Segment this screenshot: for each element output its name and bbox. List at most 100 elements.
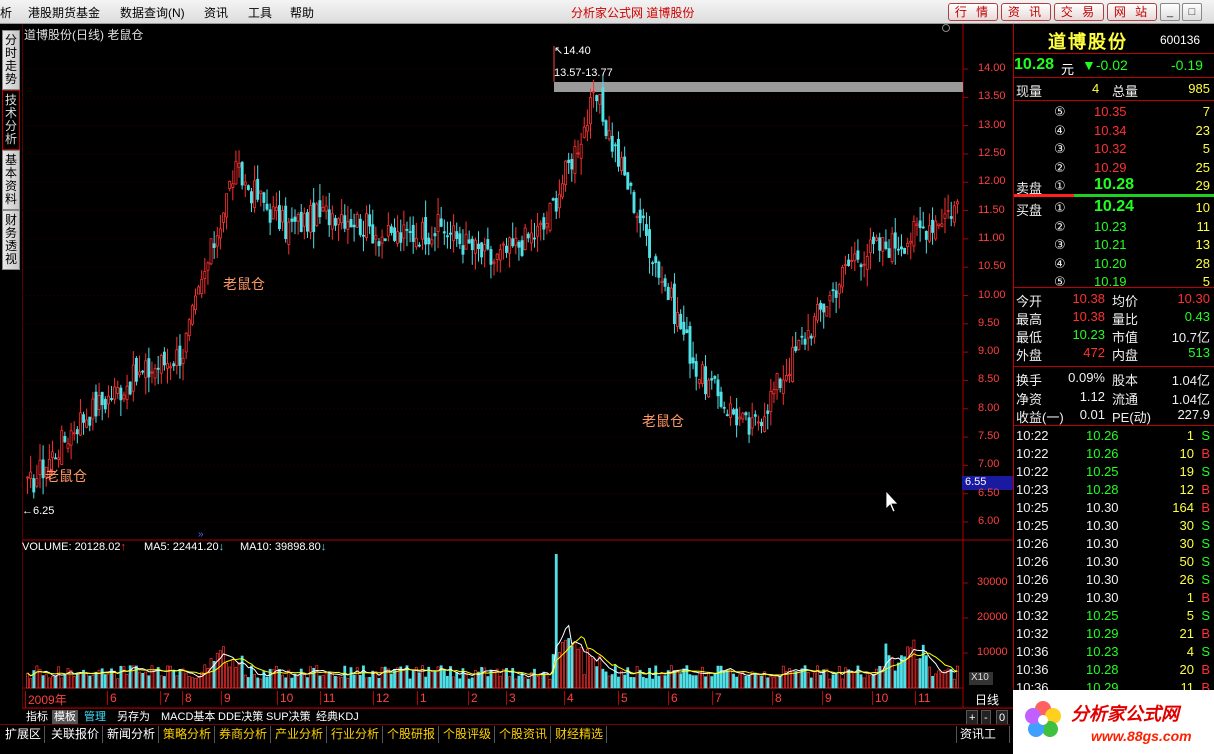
volume-bar xyxy=(710,676,714,689)
volume-bar xyxy=(383,666,387,689)
menu-data-query[interactable]: 数据查询(N) xyxy=(120,4,185,21)
candle-body xyxy=(405,229,409,231)
volume-bar xyxy=(362,665,365,689)
save-as-button[interactable]: 另存为 xyxy=(115,710,152,725)
month-label: 10 xyxy=(872,691,888,705)
tab-intraday[interactable]: 分时走势 xyxy=(2,30,20,90)
manage-button[interactable]: 管理 xyxy=(82,710,108,725)
finance-selected-tab[interactable]: 财经精选 xyxy=(552,726,608,743)
volume-bar xyxy=(648,667,651,689)
ask-row[interactable]: ⑤ 10.35 7 xyxy=(1014,103,1214,121)
price-tick-label: 11.50 xyxy=(978,203,1005,216)
zoom-in-button[interactable]: + xyxy=(966,710,979,725)
industry-chain-analysis-tab[interactable]: 产业分析 xyxy=(272,726,328,743)
macd-button[interactable]: MACD基本 xyxy=(159,710,217,725)
minimize-button[interactable]: _ xyxy=(1160,3,1180,21)
month-label: 3 xyxy=(506,691,516,705)
ext-area-tab[interactable]: 扩展区 xyxy=(2,726,46,743)
volume-bar xyxy=(607,675,611,689)
bid-row[interactable]: ⑤ 10.19 5 xyxy=(1014,273,1214,291)
ask-row[interactable]: 卖盘 ① 10.28 29 xyxy=(1014,176,1214,196)
broker-analysis-tab[interactable]: 券商分析 xyxy=(216,726,272,743)
stock-research-tab[interactable]: 个股研报 xyxy=(384,726,440,743)
candle-body xyxy=(585,124,589,132)
candle-body xyxy=(847,259,851,266)
logo-url: www.88gs.com xyxy=(1091,728,1192,744)
annotation-label: 老鼠仓 xyxy=(45,468,87,484)
sector-analysis-tab[interactable]: 行业分析 xyxy=(328,726,384,743)
menu-analysis[interactable]: 析 xyxy=(0,4,12,21)
zoom-reset-button[interactable]: 0 xyxy=(996,710,1009,725)
chart-settings-icon[interactable] xyxy=(942,24,950,32)
menu-tools[interactable]: 工具 xyxy=(248,4,272,21)
candle-body xyxy=(125,385,129,400)
bid-row[interactable]: ② 10.23 11 xyxy=(1014,218,1214,236)
candle-body xyxy=(943,213,947,219)
ask-row[interactable]: ④ 10.34 23 xyxy=(1014,122,1214,140)
trade-button[interactable]: 交 易 xyxy=(1054,3,1104,21)
candle-body xyxy=(557,193,561,209)
ask-row[interactable]: ② 10.29 25 xyxy=(1014,159,1214,177)
chart-canvas[interactable]: » xyxy=(22,24,1013,709)
candle-body xyxy=(169,366,173,369)
volume-bar xyxy=(878,665,882,689)
strategy-analysis-tab[interactable]: 策略分析 xyxy=(160,726,216,743)
news-analysis-tab[interactable]: 新闻分析 xyxy=(104,726,160,743)
candle-body xyxy=(290,218,294,222)
menu-hk-futures-funds[interactable]: 港股期货基金 xyxy=(28,4,100,21)
indicator-button[interactable]: 指标 xyxy=(24,710,50,725)
tab-fundamentals[interactable]: 基本资料 xyxy=(2,150,20,210)
candle-body xyxy=(113,386,117,400)
menu-news[interactable]: 资讯 xyxy=(204,4,228,21)
candle-body xyxy=(676,312,679,327)
volume-bar xyxy=(526,678,530,689)
volume-bar xyxy=(203,664,207,689)
tab-technical[interactable]: 技术分析 xyxy=(2,90,20,150)
bid-row[interactable]: ③ 10.21 13 xyxy=(1014,236,1214,254)
ask-row[interactable]: ③ 10.32 5 xyxy=(1014,140,1214,158)
kline-chart[interactable]: » 道博股份(日线) 老鼠仓 老鼠仓 老鼠仓 老鼠仓 ↖14.40 ←6.25 … xyxy=(22,24,1013,709)
template-button[interactable]: 模板 xyxy=(52,710,78,725)
menu-help[interactable]: 帮助 xyxy=(290,4,314,21)
tab-financials[interactable]: 财务透视 xyxy=(2,210,20,270)
kdj-button[interactable]: 经典KDJ xyxy=(314,710,361,725)
sup-button[interactable]: SUP决策 xyxy=(264,710,313,725)
candle-body xyxy=(414,237,418,248)
candle-body xyxy=(592,90,596,93)
period-label[interactable]: 日线 xyxy=(975,691,999,708)
menu-bar: 析 港股期货基金 数据查询(N) 资讯 工具 帮助 分析家公式网 道博股份 行 … xyxy=(0,0,1214,24)
website-button[interactable]: 网 站 xyxy=(1107,3,1157,21)
news-button[interactable]: 资 讯 xyxy=(1001,3,1051,21)
candle-body xyxy=(467,239,471,244)
quote-button[interactable]: 行 情 xyxy=(948,3,998,21)
candle-body xyxy=(660,280,664,283)
candle-body xyxy=(862,263,866,266)
stock-news-tab[interactable]: 个股资讯 xyxy=(496,726,552,743)
maximize-button[interactable]: □ xyxy=(1182,3,1202,21)
price-tick-label: 11.00 xyxy=(978,231,1005,244)
zoom-out-button[interactable]: - xyxy=(981,710,991,725)
bid-row[interactable]: 买盘 ① 10.24 10 xyxy=(1014,198,1214,218)
volume-bar xyxy=(243,674,247,689)
volume-bar xyxy=(390,673,393,689)
candle-body xyxy=(262,192,266,203)
dde-button[interactable]: DDE决策 xyxy=(216,710,265,725)
candle-body xyxy=(728,403,732,418)
month-label: 2009年 xyxy=(25,691,67,708)
candle-body xyxy=(75,429,79,435)
volume-bar xyxy=(931,675,934,689)
volume-bar xyxy=(825,668,829,689)
stock-rating-tab[interactable]: 个股评级 xyxy=(440,726,496,743)
price-tick-label: 10.00 xyxy=(978,288,1006,301)
bid-row[interactable]: ④ 10.20 28 xyxy=(1014,255,1214,273)
info-workshop-tab[interactable]: 资讯工场 xyxy=(956,726,1010,754)
last-price: 10.28 xyxy=(1014,56,1055,73)
candle-body xyxy=(803,338,807,345)
month-label: 9 xyxy=(221,691,231,705)
candle-body xyxy=(635,215,639,218)
candle-body xyxy=(856,250,860,260)
volume-bar xyxy=(433,671,437,689)
candle-body xyxy=(355,214,359,228)
candle-body xyxy=(697,379,701,384)
related-quote-tab[interactable]: 关联报价 xyxy=(48,726,104,743)
